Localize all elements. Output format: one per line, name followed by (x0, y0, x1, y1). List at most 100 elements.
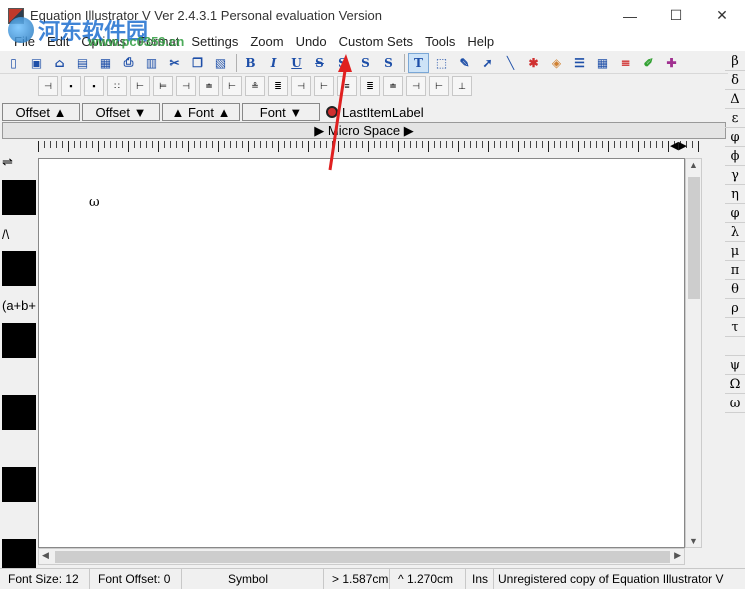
shape-icon[interactable]: ◈ (546, 53, 567, 73)
line-tool-icon[interactable]: ╲ (500, 53, 521, 73)
color-bars-icon[interactable]: ≡ (615, 53, 636, 73)
symbol-empty[interactable] (725, 337, 745, 356)
palette-black-cell[interactable] (2, 323, 36, 358)
offset-up-button[interactable]: Offset ▲ (2, 103, 80, 121)
symbol-pi[interactable]: π (725, 261, 745, 280)
menu-help[interactable]: Help (461, 34, 500, 49)
symbol-theta[interactable]: θ (725, 280, 745, 299)
menu-settings[interactable]: Settings (185, 34, 244, 49)
puzzle-icon[interactable]: ✚ (661, 53, 682, 73)
align-icon[interactable]: ⊣ (38, 76, 58, 96)
close-button[interactable]: ✕ (699, 0, 745, 31)
text-tool-button[interactable]: T (408, 52, 429, 73)
italic-button[interactable]: I (263, 53, 284, 73)
ruler-scroll-arrows-icon[interactable]: ◀▶ (670, 139, 687, 152)
new-file-icon[interactable]: ▯ (3, 53, 24, 73)
align-icon[interactable]: ≣ (268, 76, 288, 96)
lines-icon[interactable]: ☰ (569, 53, 590, 73)
preview-icon[interactable]: ▥ (141, 53, 162, 73)
superscript-button[interactable]: S (332, 53, 353, 73)
bold-button[interactable]: B (240, 53, 261, 73)
menu-file[interactable]: File (8, 34, 41, 49)
align-icon[interactable]: ⊢ (222, 76, 242, 96)
scroll-up-icon[interactable]: ▲ (689, 160, 698, 170)
align-icon[interactable]: ⊢ (314, 76, 334, 96)
align-icon[interactable]: ≡ (337, 76, 357, 96)
horizontal-scrollbar[interactable]: ◀ ▶ (38, 548, 685, 565)
align-icon[interactable]: ⊨ (153, 76, 173, 96)
symbol-gamma[interactable]: γ (725, 166, 745, 185)
symbol-omega[interactable]: ω (725, 394, 745, 413)
palette-paren-cell[interactable]: (a+b+ (2, 291, 36, 319)
align-icon[interactable]: ≐ (199, 76, 219, 96)
cut-icon[interactable]: ✂ (164, 53, 185, 73)
super-sub-button[interactable]: S (378, 53, 399, 73)
menu-undo[interactable]: Undo (290, 34, 333, 49)
symbol-tau[interactable]: τ (725, 318, 745, 337)
align-icon[interactable]: ⊣ (406, 76, 426, 96)
align-icon[interactable]: ⊣ (176, 76, 196, 96)
subscript-button[interactable]: S (355, 53, 376, 73)
scroll-down-icon[interactable]: ▼ (689, 536, 698, 546)
symbol-eta[interactable]: η (725, 185, 745, 204)
align-icon[interactable]: ▪ (84, 76, 104, 96)
align-icon[interactable]: ≣ (360, 76, 380, 96)
pencil-icon[interactable]: ✎ (454, 53, 475, 73)
align-icon[interactable]: ⊢ (130, 76, 150, 96)
open-folder-icon[interactable]: ⌂ (49, 53, 70, 73)
palette-black-cell[interactable] (2, 539, 36, 568)
brush-icon[interactable]: ✐ (638, 53, 659, 73)
save-as-icon[interactable]: ▦ (95, 53, 116, 73)
grid-icon[interactable]: ▦ (592, 53, 613, 73)
symbol-delta[interactable]: δ (725, 71, 745, 90)
align-icon[interactable]: ⊣ (291, 76, 311, 96)
symbol-capital-delta[interactable]: Δ (725, 90, 745, 109)
palette-black-cell[interactable] (2, 180, 36, 215)
pointer-icon[interactable]: ➚ (477, 53, 498, 73)
palette-black-cell[interactable] (2, 467, 36, 502)
offset-down-button[interactable]: Offset ▼ (82, 103, 160, 121)
print-icon[interactable]: ⎙ (118, 53, 139, 73)
align-icon[interactable]: ≗ (245, 76, 265, 96)
paste-icon[interactable]: ▧ (210, 53, 231, 73)
vertical-scrollbar[interactable]: ▲ ▼ (685, 158, 702, 548)
align-icon[interactable]: ⊢ (429, 76, 449, 96)
select-rect-icon[interactable]: ⬚ (431, 53, 452, 73)
symbol-phi[interactable]: φ (725, 128, 745, 147)
align-icon[interactable]: ⊥ (452, 76, 472, 96)
minimize-button[interactable]: — (607, 0, 653, 31)
symbol-epsilon[interactable]: ε (725, 109, 745, 128)
symbol-mu[interactable]: μ (725, 242, 745, 261)
save-icon[interactable]: ▣ (26, 53, 47, 73)
symbol-phi-alt[interactable]: ϕ (725, 147, 745, 166)
symbol-rho[interactable]: ρ (725, 299, 745, 318)
vertical-scroll-thumb[interactable] (688, 177, 700, 299)
menu-edit[interactable]: Edit (41, 34, 75, 49)
palette-root-cell[interactable]: /\ (2, 219, 36, 249)
palette-black-cell[interactable] (2, 251, 36, 286)
symbol-beta[interactable]: β (725, 52, 745, 71)
menu-tools[interactable]: Tools (419, 34, 461, 49)
align-icon[interactable]: ▪ (61, 76, 81, 96)
menu-custom-sets[interactable]: Custom Sets (333, 34, 419, 49)
symbol-lambda[interactable]: λ (725, 223, 745, 242)
symbol-psi[interactable]: ψ (725, 356, 745, 375)
strikethrough-button[interactable]: S (309, 53, 330, 73)
symbol-omega-capital[interactable]: Ω (725, 375, 745, 394)
align-icon[interactable]: ∷ (107, 76, 127, 96)
maximize-button[interactable]: ☐ (653, 0, 699, 31)
canvas-omega-glyph[interactable]: ω (89, 195, 100, 210)
micro-space-button[interactable]: ▶ Micro Space ▶ (2, 122, 726, 139)
font-down-button[interactable]: Font ▼ (242, 103, 320, 121)
scroll-left-icon[interactable]: ◀ (42, 550, 49, 561)
underline-button[interactable]: U (286, 53, 307, 73)
export-icon[interactable]: ▤ (72, 53, 93, 73)
star-icon[interactable]: ✱ (523, 53, 544, 73)
equation-canvas[interactable]: ω (38, 158, 685, 548)
symbol-phi-2[interactable]: φ (725, 204, 745, 223)
scroll-right-icon[interactable]: ▶ (674, 550, 681, 561)
copy-icon[interactable]: ❐ (187, 53, 208, 73)
palette-black-cell[interactable] (2, 395, 36, 430)
horizontal-scroll-thumb[interactable] (55, 551, 670, 563)
last-item-label[interactable]: LastItemLabel (326, 105, 424, 120)
